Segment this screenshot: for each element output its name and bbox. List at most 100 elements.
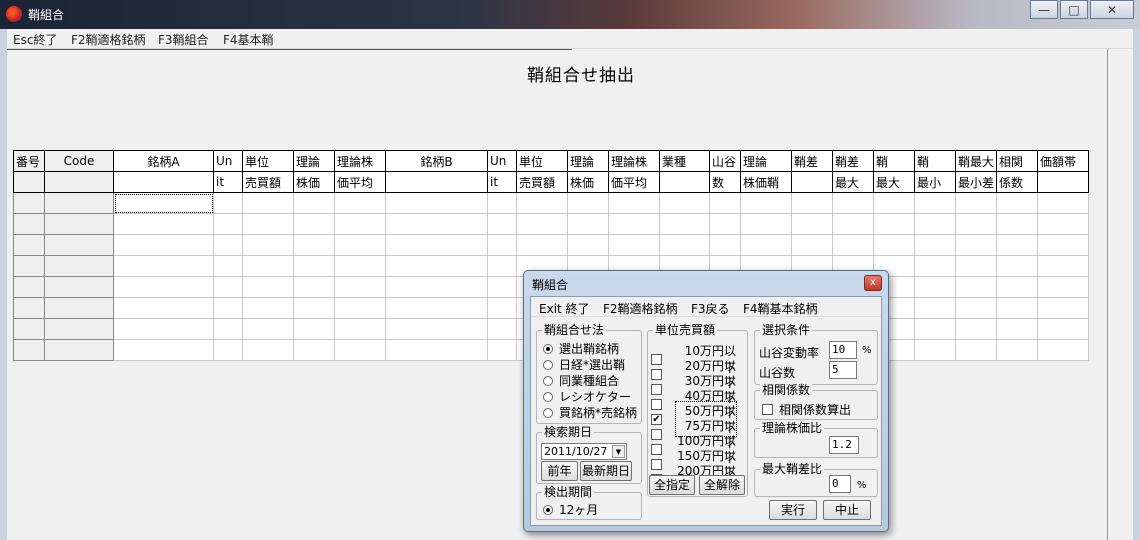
- column-header[interactable]: 最小差: [954, 171, 998, 193]
- grid-cell[interactable]: [1037, 255, 1090, 277]
- grid-cell[interactable]: [487, 318, 517, 340]
- grid-cell[interactable]: [996, 297, 1039, 319]
- maximize-button[interactable]: □: [1060, 0, 1088, 19]
- grid-cell[interactable]: [385, 213, 488, 235]
- grid-cell[interactable]: [487, 255, 517, 277]
- grid-cell[interactable]: [213, 276, 243, 298]
- grid-cell[interactable]: [213, 213, 243, 235]
- column-header[interactable]: 銘柄B: [385, 150, 488, 172]
- column-header[interactable]: 理論: [293, 150, 335, 172]
- grid-cell[interactable]: [914, 213, 956, 235]
- column-header[interactable]: 鞘: [914, 150, 956, 172]
- close-button[interactable]: ✕: [1090, 0, 1134, 19]
- grid-cell[interactable]: [516, 213, 568, 235]
- table-row[interactable]: [13, 213, 1090, 235]
- method-option[interactable]: 選出鞘銘柄: [543, 340, 619, 357]
- grid-cell[interactable]: [996, 213, 1039, 235]
- grid-cell[interactable]: [44, 255, 114, 277]
- grid-cell[interactable]: [242, 192, 294, 214]
- column-header[interactable]: 理論: [567, 150, 609, 172]
- grid-cell[interactable]: [1037, 318, 1090, 340]
- grid-cell[interactable]: [914, 339, 956, 361]
- method-option[interactable]: レシオケター: [543, 388, 631, 405]
- column-header[interactable]: 売買額: [516, 171, 568, 193]
- grid-cell[interactable]: [242, 276, 294, 298]
- column-header[interactable]: 業種: [659, 150, 710, 172]
- grid-cell[interactable]: [914, 318, 956, 340]
- column-header[interactable]: it: [487, 171, 517, 193]
- grid-cell[interactable]: [487, 213, 517, 235]
- grid-cell[interactable]: [293, 192, 335, 214]
- grid-cell[interactable]: [213, 297, 243, 319]
- grid-cell[interactable]: [954, 297, 998, 319]
- grid-cell[interactable]: [914, 192, 956, 214]
- grid-cell[interactable]: [113, 192, 214, 214]
- grid-cell[interactable]: [44, 234, 114, 256]
- grid-cell[interactable]: [334, 255, 386, 277]
- grid-cell[interactable]: [13, 213, 45, 235]
- grid-cell[interactable]: [242, 255, 294, 277]
- grid-cell[interactable]: [608, 213, 660, 235]
- grid-cell[interactable]: [113, 276, 214, 298]
- column-header[interactable]: 鞘最大: [954, 150, 998, 172]
- grid-cell[interactable]: [293, 255, 335, 277]
- grid-cell[interactable]: [996, 339, 1039, 361]
- grid-cell[interactable]: [659, 192, 710, 214]
- select-all-button[interactable]: 全指定: [649, 475, 695, 495]
- column-header[interactable]: Un: [213, 150, 243, 172]
- grid-cell[interactable]: [608, 192, 660, 214]
- column-header[interactable]: 株価: [567, 171, 609, 193]
- grid-cell[interactable]: [44, 192, 114, 214]
- theory-ratio-input[interactable]: 1.2: [829, 436, 859, 454]
- grid-cell[interactable]: [13, 192, 45, 214]
- grid-cell[interactable]: [293, 276, 335, 298]
- grid-cell[interactable]: [873, 213, 915, 235]
- grid-cell[interactable]: [954, 192, 998, 214]
- column-header[interactable]: 最小: [914, 171, 956, 193]
- search-date-select[interactable]: 2011/10/27 ▼: [541, 443, 627, 460]
- column-header[interactable]: Code: [44, 150, 114, 172]
- grid-cell[interactable]: [113, 297, 214, 319]
- grid-cell[interactable]: [13, 234, 45, 256]
- grid-cell[interactable]: [334, 213, 386, 235]
- grid-cell[interactable]: [567, 234, 609, 256]
- clear-all-button[interactable]: 全解除: [699, 475, 745, 495]
- column-header[interactable]: 銘柄A: [113, 150, 214, 172]
- grid-cell[interactable]: [516, 234, 568, 256]
- grid-cell[interactable]: [13, 297, 45, 319]
- grid-cell[interactable]: [44, 276, 114, 298]
- grid-cell[interactable]: [659, 234, 710, 256]
- grid-cell[interactable]: [44, 318, 114, 340]
- chevron-down-icon[interactable]: ▼: [612, 445, 625, 458]
- grid-cell[interactable]: [293, 234, 335, 256]
- grid-cell[interactable]: [293, 318, 335, 340]
- dialog-menu-exit[interactable]: Exit 終了: [539, 300, 590, 317]
- method-option[interactable]: 買銘柄*売銘柄: [543, 404, 637, 421]
- grid-cell[interactable]: [113, 255, 214, 277]
- grid-cell[interactable]: [242, 213, 294, 235]
- grid-cell[interactable]: [44, 213, 114, 235]
- menu-item-spread-eligible[interactable]: F2鞘適格銘柄: [71, 31, 146, 48]
- detect-period-option[interactable]: 12ヶ月: [543, 501, 598, 518]
- column-header[interactable]: 最大: [832, 171, 874, 193]
- grid-cell[interactable]: [608, 234, 660, 256]
- grid-cell[interactable]: [791, 192, 833, 214]
- method-option[interactable]: 同業種組合: [543, 372, 619, 389]
- grid-cell[interactable]: [334, 192, 386, 214]
- max-spread-input[interactable]: 0: [829, 475, 851, 493]
- grid-cell[interactable]: [113, 318, 214, 340]
- grid-cell[interactable]: [1037, 339, 1090, 361]
- latest-date-button[interactable]: 最新期日: [580, 461, 632, 481]
- grid-cell[interactable]: [385, 297, 488, 319]
- column-header[interactable]: 数: [709, 171, 741, 193]
- column-header[interactable]: 鞘差: [791, 150, 833, 172]
- grid-cell[interactable]: [873, 234, 915, 256]
- column-header[interactable]: [13, 171, 45, 193]
- column-header[interactable]: 最大: [873, 171, 915, 193]
- grid-cell[interactable]: [1037, 192, 1090, 214]
- grid-cell[interactable]: [832, 234, 874, 256]
- table-row[interactable]: [13, 234, 1090, 256]
- grid-cell[interactable]: [914, 276, 956, 298]
- grid-cell[interactable]: [13, 276, 45, 298]
- grid-cell[interactable]: [954, 318, 998, 340]
